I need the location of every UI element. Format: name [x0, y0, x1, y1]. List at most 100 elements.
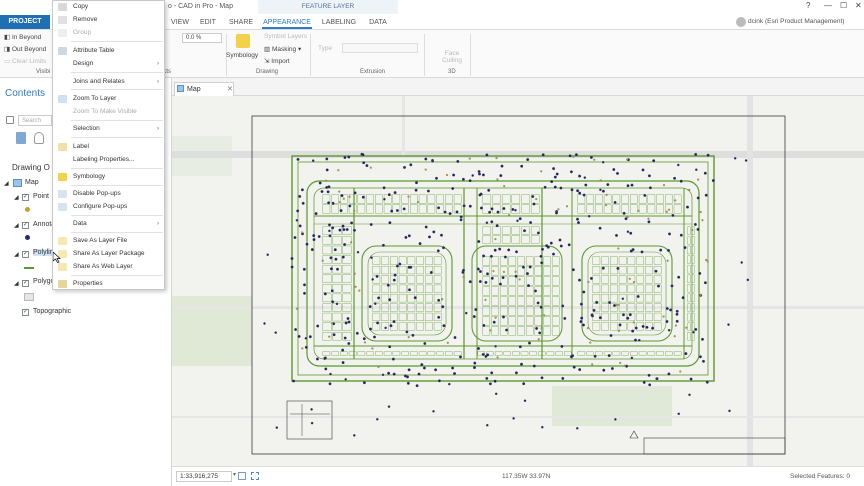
- cad-point-feature: [727, 323, 730, 326]
- cad-lot-parcel: [482, 276, 491, 286]
- menu-item-save-layer-file[interactable]: Save As Layer File: [53, 235, 164, 247]
- menu-item-properties[interactable]: Properties: [53, 278, 164, 290]
- cad-lot-parcel: [342, 264, 352, 274]
- clear-limits-button[interactable]: ▭ Clear Limits: [4, 57, 46, 65]
- filter-icon[interactable]: [6, 116, 14, 124]
- topographic-layer-checkbox[interactable]: ✓: [22, 309, 29, 316]
- menu-item-selection[interactable]: Selection ›: [53, 123, 164, 135]
- symbol-layers-button[interactable]: Symbol Layers: [264, 33, 307, 40]
- user-name[interactable]: dcink (Esri Product Management): [748, 18, 844, 25]
- tab-labeling[interactable]: LABELING: [320, 16, 358, 29]
- tab-share[interactable]: SHARE: [226, 16, 256, 29]
- map-canvas[interactable]: [172, 96, 864, 466]
- menu-item-data[interactable]: Data ›: [53, 218, 164, 230]
- menu-item-configure-popups[interactable]: Configure Pop-ups: [53, 201, 164, 213]
- cad-lot-parcel: [627, 322, 636, 331]
- point-layer-checkbox[interactable]: ✓: [22, 194, 29, 201]
- annotation-expander-icon[interactable]: ◢: [14, 222, 19, 229]
- cad-lot-parcel: [612, 351, 621, 356]
- tab-data[interactable]: DATA: [366, 16, 390, 29]
- menu-item-label[interactable]: Label: [53, 141, 164, 153]
- tab-appearance[interactable]: APPEARANCE: [262, 16, 312, 29]
- cad-point-feature: [694, 327, 698, 331]
- point-layer-label[interactable]: Point: [33, 193, 49, 200]
- tab-view[interactable]: VIEW: [168, 16, 192, 29]
- contents-search-input[interactable]: Search: [18, 115, 52, 126]
- tab-edit[interactable]: EDIT: [196, 16, 220, 29]
- in-beyond-button[interactable]: ◧ In Beyond: [4, 33, 41, 41]
- map-layer-label[interactable]: Map: [25, 179, 39, 186]
- cad-point-feature: [539, 254, 543, 258]
- menu-item-share-layer-package[interactable]: Share As Layer Package: [53, 248, 164, 260]
- map-expander-icon[interactable]: ◢: [4, 180, 9, 187]
- tab-project[interactable]: PROJECT: [0, 15, 50, 29]
- cad-lot-parcel: [433, 266, 442, 275]
- polyline-layer-checkbox[interactable]: ✓: [22, 251, 29, 258]
- cad-point-feature: [728, 409, 731, 413]
- import-button[interactable]: ⇲ Import: [264, 57, 290, 65]
- cad-lot-parcel: [332, 236, 342, 245]
- cad-lot-parcel: [665, 351, 673, 356]
- cad-point-feature: [388, 298, 392, 302]
- cad-point-feature: [468, 280, 472, 284]
- menu-item-zoom-to-layer[interactable]: Zoom To Layer: [53, 93, 164, 105]
- menu-item-copy[interactable]: Copy: [53, 1, 164, 13]
- close-tab-icon[interactable]: ✕: [227, 83, 233, 96]
- cad-point-feature: [328, 335, 331, 338]
- cad-point-feature: [593, 158, 596, 161]
- extrusion-type-label: Type: [318, 45, 333, 52]
- cad-lot-parcel: [418, 351, 427, 356]
- cad-point-feature: [613, 304, 616, 307]
- minimize-button[interactable]: —: [824, 1, 832, 10]
- cad-lot-parcel: [390, 256, 398, 265]
- polyline-expander-icon[interactable]: ◢: [14, 251, 19, 258]
- symbology-icon[interactable]: [236, 34, 250, 48]
- user-avatar[interactable]: [736, 17, 746, 27]
- cad-lot-parcel: [342, 312, 352, 322]
- cad-point-feature: [415, 181, 418, 185]
- snapping-icon[interactable]: [251, 472, 259, 480]
- cad-lot-parcel: [375, 351, 383, 356]
- menu-item-remove[interactable]: Remove: [53, 14, 164, 26]
- polygon-expander-icon[interactable]: ◢: [14, 280, 19, 287]
- cad-lot-parcel: [398, 266, 407, 275]
- cad-lot-parcel: [592, 266, 601, 275]
- cad-point-feature: [296, 209, 300, 213]
- point-expander-icon[interactable]: ◢: [14, 194, 19, 201]
- menu-item-design[interactable]: Design ›: [53, 58, 164, 70]
- cad-point-feature: [572, 365, 576, 369]
- map-view[interactable]: [172, 96, 864, 466]
- scale-dropdown-icon[interactable]: ▾: [233, 471, 236, 478]
- scale-selector[interactable]: 1:33,916,275: [176, 471, 232, 482]
- menu-item-labeling-properties[interactable]: Labeling Properties...: [53, 154, 164, 166]
- polygon-layer-checkbox[interactable]: ✓: [22, 280, 29, 287]
- cad-lot-parcel: [372, 284, 381, 293]
- list-by-data-source-icon[interactable]: [34, 132, 44, 144]
- annotation-layer-checkbox[interactable]: ✓: [22, 222, 29, 229]
- cad-point-feature: [614, 418, 617, 421]
- map-tab-label: Map: [187, 86, 201, 93]
- out-beyond-button[interactable]: ◨ Out Beyond: [4, 45, 46, 53]
- masking-button[interactable]: ▥ Masking ▾: [264, 45, 301, 53]
- cad-lot-parcel: [491, 326, 499, 336]
- menu-item-zoom-visible[interactable]: Zoom To Make Visible: [53, 106, 164, 118]
- menu-item-share-web-layer[interactable]: Share As Web Layer: [53, 261, 164, 273]
- face-culling-button[interactable]: Face Culling: [440, 50, 464, 64]
- maximize-button[interactable]: ☐: [840, 1, 847, 10]
- cad-point-feature: [398, 262, 402, 266]
- fixed-scale-icon[interactable]: [238, 472, 246, 480]
- menu-item-attribute-table[interactable]: Attribute Table: [53, 45, 164, 57]
- cad-point-feature: [691, 229, 694, 232]
- cad-point-feature: [490, 220, 494, 224]
- extrusion-type-select[interactable]: [342, 43, 418, 53]
- close-button[interactable]: ✕: [855, 1, 862, 10]
- topographic-layer-label[interactable]: Topographic: [33, 308, 71, 315]
- list-by-drawing-order-icon[interactable]: [16, 132, 26, 144]
- menu-item-group[interactable]: Group: [53, 27, 164, 39]
- transparency-input[interactable]: 0.0 %: [182, 33, 222, 43]
- menu-item-symbology[interactable]: Symbology: [53, 171, 164, 183]
- menu-item-disable-popups[interactable]: Disable Pop-ups: [53, 188, 164, 200]
- menu-item-joins-relates[interactable]: Joins and Relates ›: [53, 76, 164, 88]
- symbology-button[interactable]: Symbology: [226, 52, 258, 59]
- help-icon[interactable]: ?: [806, 1, 810, 10]
